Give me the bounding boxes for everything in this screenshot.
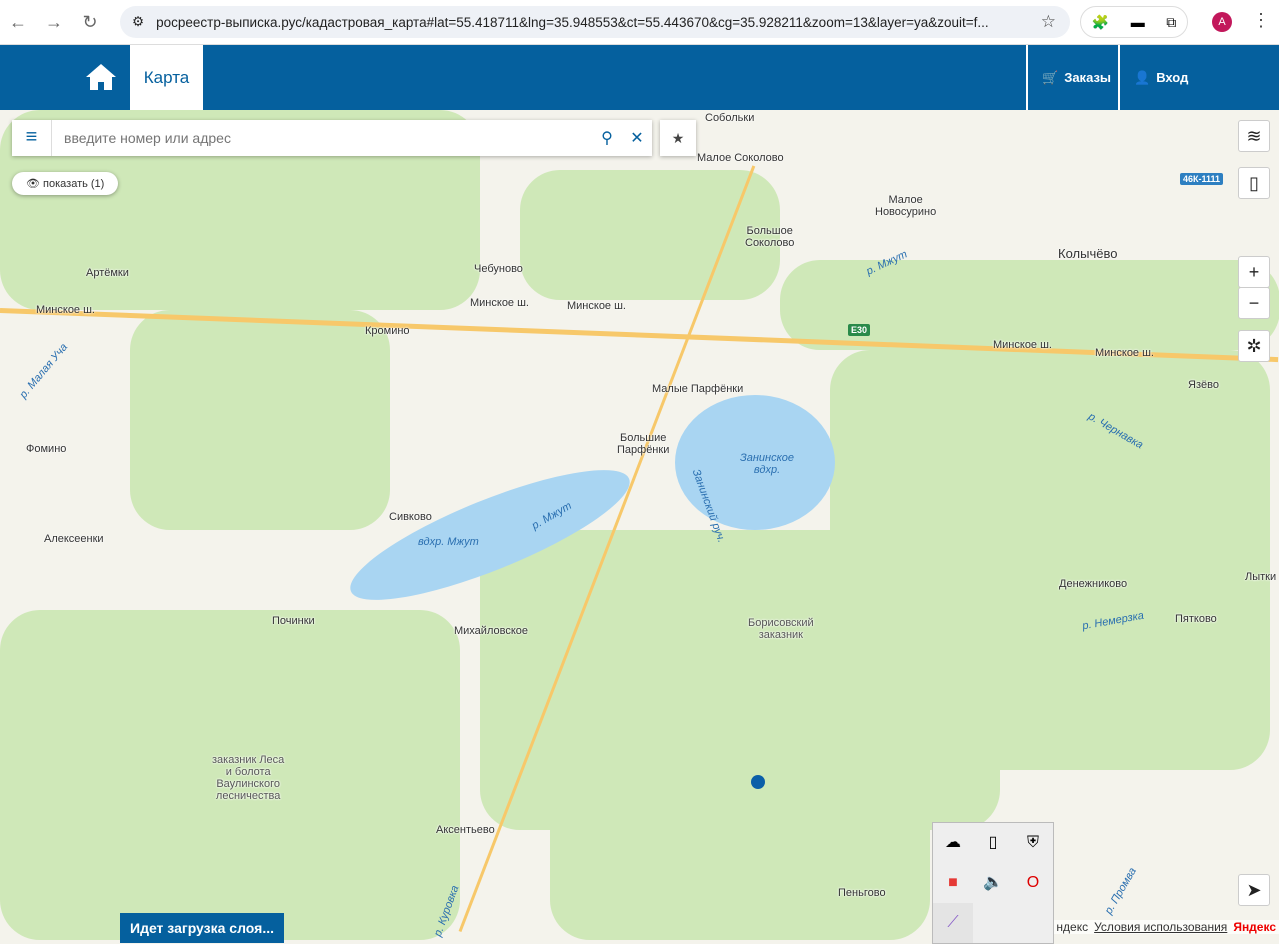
water-label: Занинское вдхр. [740, 452, 795, 476]
geolocation-button[interactable]: ➤ [1238, 874, 1270, 906]
login-label: Вход [1156, 70, 1189, 85]
ruler-button[interactable]: ▯ [1238, 167, 1270, 199]
road-label: Минское ш. [36, 304, 95, 316]
show-label: показать (1) [43, 178, 105, 190]
loading-spinner-icon: ✲ [1238, 330, 1270, 362]
water-label: р. Промва [1102, 865, 1139, 917]
site-info-icon[interactable]: ⚙ [132, 14, 144, 30]
anydesk-icon[interactable]: ■ [933, 863, 973, 903]
extension-icon[interactable]: 🧩 [1092, 14, 1109, 31]
zoom-out-button[interactable]: − [1238, 287, 1270, 319]
place-label: Фомино [26, 443, 67, 455]
place-label: Язёво [1188, 379, 1219, 391]
cart-icon: 🛒 [1042, 69, 1059, 85]
extensions-area: 🧩 ▬ ⧉ [1080, 6, 1188, 38]
user-icon: 👤 [1134, 69, 1151, 85]
water-label: вдхр. Мжут [418, 536, 479, 548]
place-label: Пятково [1175, 613, 1217, 625]
water-label: р. Малая Уча [17, 341, 71, 401]
feather-icon[interactable]: ⟋ [933, 903, 973, 943]
usb-icon[interactable]: ▯ [973, 823, 1013, 863]
search-bar: ≡ ⚲ ✕ [12, 120, 652, 156]
road-label: Минское ш. [567, 300, 626, 312]
zoom-in-button[interactable]: + [1238, 256, 1270, 288]
map-canvas[interactable]: Малое Соколово Малое Новосурино Большое … [0, 110, 1279, 944]
site-header: Карта 🛒 Заказы 👤 Вход [0, 45, 1279, 110]
road-badge: E30 [848, 324, 871, 336]
puzzle-icon[interactable]: ⧉ [1166, 14, 1176, 31]
address-bar[interactable]: ⚙ росреестр-выписка.рус/кадастровая_карт… [120, 6, 1070, 38]
place-label: Чебуново [474, 263, 523, 275]
forward-icon[interactable]: → [36, 12, 72, 33]
place-label: Пеньгово [838, 887, 886, 899]
profile-avatar[interactable]: A [1212, 12, 1232, 32]
extension-icon-2[interactable]: ▬ [1131, 14, 1145, 30]
yandex-logo[interactable]: Яндекс [1233, 920, 1276, 934]
road-label: Минское ш. [470, 297, 529, 309]
search-icon[interactable]: ⚲ [592, 128, 622, 148]
place-label: Малые Парфёнки [652, 383, 744, 395]
place-label: Починки [272, 615, 315, 627]
reserve-label: Борисовский заказник [748, 617, 814, 641]
bookmark-star-icon[interactable]: ☆ [1041, 12, 1056, 32]
network-error-icon[interactable]: ☁ [933, 823, 973, 863]
orders-label: Заказы [1064, 70, 1112, 85]
security-shield-icon[interactable]: ⛨ [1013, 823, 1053, 863]
search-input[interactable] [52, 130, 592, 146]
opera-icon[interactable]: O [1013, 863, 1053, 903]
volume-icon[interactable]: 🔈 [973, 863, 1013, 903]
terms-link[interactable]: Условия использования [1094, 920, 1227, 934]
favorites-star-button[interactable]: ★ [660, 120, 696, 156]
orders-button[interactable]: 🛒 Заказы [1026, 45, 1118, 110]
url-text[interactable]: росреестр-выписка.рус/кадастровая_карта#… [156, 15, 989, 30]
show-button[interactable]: 👁 показать (1) [12, 172, 119, 195]
back-icon[interactable]: ← [0, 12, 36, 33]
place-label: Сивково [389, 511, 432, 523]
login-button[interactable]: 👤 Вход [1118, 45, 1279, 110]
place-label: Малое Новосурино [875, 194, 937, 218]
layers-button[interactable]: ≋ [1238, 120, 1270, 152]
place-label: Алексеенки [44, 533, 104, 545]
reload-icon[interactable]: ↻ [72, 12, 108, 33]
system-tray-popup: ☁ ▯ ⛨ ■ 🔈 O ⟋ [932, 822, 1054, 944]
loading-status: Идет загрузка слоя... [120, 913, 284, 943]
place-label: Аксентьево [436, 824, 495, 836]
attribution-text: ндекс [1056, 920, 1089, 934]
menu-dots-icon[interactable]: ⋮ [1252, 10, 1270, 31]
place-label: Артёмки [86, 267, 129, 279]
place-label: Малое Соколово [697, 152, 784, 164]
tab-map[interactable]: Карта [130, 45, 203, 110]
home-icon[interactable] [84, 62, 118, 92]
map-attribution: ндекс Условия использования Яндекс [1053, 920, 1279, 934]
eye-icon: 👁 [26, 178, 44, 190]
place-label: Денежниково [1059, 578, 1128, 590]
road-badge: 46К-1111 [1180, 173, 1224, 185]
location-marker[interactable] [751, 775, 765, 789]
road-label: Минское ш. [1095, 347, 1154, 359]
place-label: Большие Парфёнки [617, 432, 670, 456]
menu-icon[interactable]: ≡ [12, 120, 52, 156]
road-label: Минское ш. [993, 339, 1052, 351]
place-label: Колычёво [1058, 246, 1118, 261]
place-label: Большое Соколово [745, 225, 795, 249]
reserve-label: заказник Леса и болота Ваулинского лесни… [212, 754, 285, 802]
place-label: Михайловское [454, 625, 528, 637]
place-label: Лытки [1245, 571, 1277, 583]
place-label: Собольки [705, 112, 755, 124]
clear-icon[interactable]: ✕ [622, 128, 652, 148]
place-label: Кромино [365, 325, 410, 337]
